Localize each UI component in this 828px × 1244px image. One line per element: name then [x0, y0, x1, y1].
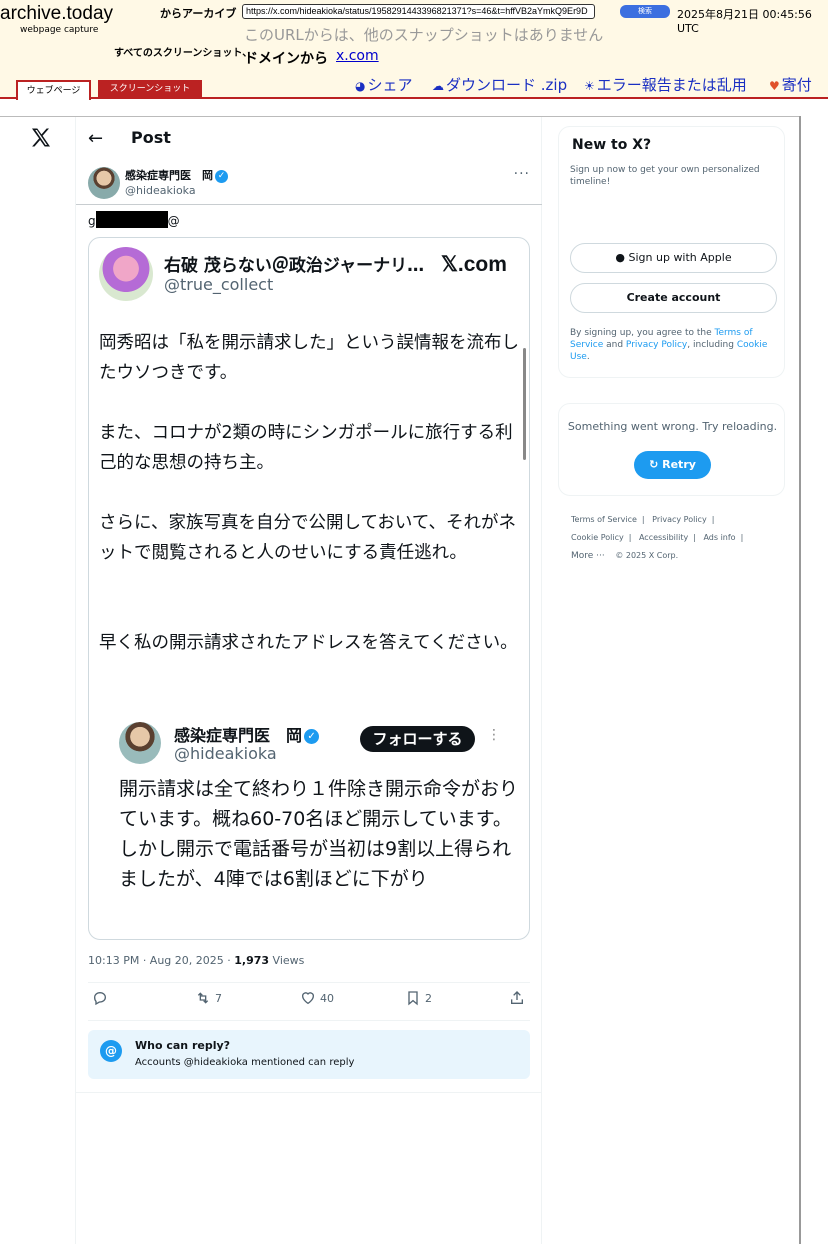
footer-tos-link[interactable]: Terms of Service	[571, 515, 637, 524]
embed-author-handle: @true_collect	[164, 275, 274, 294]
frame-scrollbar[interactable]	[799, 116, 801, 1244]
who-can-reply-box: @ Who can reply? Accounts @hideakioka me…	[88, 1030, 530, 1079]
author-row: 感染症専門医 岡 ✓ @hideakioka ···	[88, 166, 530, 202]
footer-cookie-link[interactable]: Cookie Policy	[571, 533, 624, 542]
avatar[interactable]	[88, 167, 120, 199]
embed-paragraph: また、コロナが2類の時にシンガポールに旅行する利己的な思想の持ち主。	[99, 423, 513, 473]
share-upload-icon	[511, 991, 523, 1004]
embed-xcom-logo: 𝕏.com	[441, 253, 507, 276]
divider	[76, 204, 542, 205]
footer-accessibility-link[interactable]: Accessibility	[639, 533, 688, 542]
embed-author-name: 右破 茂らない＠政治ジャーナリ…	[164, 256, 425, 276]
at-sign-icon: @	[100, 1040, 122, 1062]
inner-more-icon: ⋮	[487, 727, 501, 743]
signup-card: New to X? Sign up now to get your own pe…	[558, 126, 785, 378]
bug-icon: ☀	[584, 79, 595, 93]
cloud-download-icon: ☁	[432, 79, 444, 93]
tweet-timestamp[interactable]: 10:13 PM · Aug 20, 2025 · 1,973 Views	[88, 954, 304, 967]
archive-url-input[interactable]: https://x.com/hideakioka/status/19582914…	[242, 4, 595, 19]
reply-button[interactable]	[92, 990, 108, 1006]
archive-search-button[interactable]: 検索	[620, 5, 670, 18]
signup-subtitle: Sign up now to get your own personalized…	[570, 165, 760, 187]
privacy-link[interactable]: Privacy Policy	[626, 340, 687, 350]
embed-scrollbar	[523, 348, 526, 460]
tab-screenshot[interactable]: スクリーンショット	[98, 80, 202, 99]
divider	[88, 1020, 530, 1021]
tab-webpage[interactable]: ウェブページ	[16, 80, 91, 100]
sign-up-apple-button[interactable]: ● Sign up with Apple	[570, 243, 777, 273]
more-options-icon[interactable]: ···	[514, 166, 530, 182]
inner-avatar	[119, 722, 161, 764]
embed-paragraph: 早く私の開示請求されたアドレスを答えてください。	[99, 633, 518, 653]
inner-author-name: 感染症専門医 岡 ✓	[174, 722, 320, 746]
redaction-box	[95, 211, 168, 228]
no-snapshot-text: このURLからは、他のスナップショットはありません	[244, 26, 604, 44]
archive-header: archive.today webpage capture からアーカイブ ht…	[0, 0, 828, 100]
footer-copyright: © 2025 X Corp.	[615, 551, 679, 560]
share-button[interactable]	[509, 990, 525, 1006]
reply-icon	[93, 991, 107, 1006]
verified-badge-icon: ✓	[215, 169, 228, 183]
reply-subtitle: Accounts @hideakioka mentioned can reply	[135, 1057, 355, 1068]
heart-outline-icon	[302, 992, 314, 1005]
inner-follow-button: フォローする	[360, 726, 475, 752]
domain-link[interactable]: x.com	[336, 48, 379, 64]
divider	[76, 1092, 542, 1093]
retweet-icon	[197, 992, 209, 1004]
signup-terms: By signing up, you agree to the Terms of…	[570, 328, 768, 362]
footer-more-link[interactable]: More ···	[571, 551, 605, 561]
tweet-text: g @	[88, 211, 180, 228]
retry-button[interactable]: ↻ Retry	[634, 451, 711, 479]
download-link[interactable]: ☁ ダウンロード .zip	[432, 74, 567, 95]
inner-verified-icon: ✓	[304, 729, 320, 744]
all-screenshots-label: すべてのスクリーンショット、	[114, 48, 253, 59]
archive-logo[interactable]: archive.today	[0, 3, 113, 25]
footer-ads-link[interactable]: Ads info	[703, 533, 735, 542]
embed-paragraph: 岡秀昭は「私を開示請求した」という誤情報を流布したウソつきです。	[99, 333, 519, 383]
archive-from-label: からアーカイブ	[160, 7, 237, 20]
like-button[interactable]: 40	[300, 990, 334, 1006]
author-handle[interactable]: @hideakioka	[125, 184, 196, 197]
create-account-button[interactable]: Create account	[570, 283, 777, 313]
bookmark-button[interactable]: 2	[405, 990, 432, 1006]
share-icon: ◕	[355, 79, 366, 93]
tweet-actions: 7 40 2	[88, 990, 530, 1012]
divider	[88, 982, 530, 983]
apple-icon: ●	[615, 251, 625, 264]
bookmark-icon	[408, 991, 418, 1006]
domain-label: ドメインから	[244, 51, 328, 67]
share-link[interactable]: ◕ シェア	[355, 74, 413, 95]
page-title: Post	[131, 128, 171, 147]
footer-privacy-link[interactable]: Privacy Policy	[652, 515, 707, 524]
report-link[interactable]: ☀ エラー報告または乱用	[584, 74, 747, 95]
author-name[interactable]: 感染症専門医 岡 ✓	[125, 167, 228, 183]
donate-link[interactable]: ♥ 寄付	[769, 74, 812, 95]
embed-avatar	[99, 247, 153, 301]
tweet-image[interactable]: 右破 茂らない＠政治ジャーナリ… @true_collect 𝕏.com 岡秀昭…	[88, 237, 530, 940]
signup-title: New to X?	[572, 137, 652, 153]
inner-author-handle: @hideakioka	[174, 744, 277, 763]
reply-title: Who can reply?	[135, 1039, 231, 1052]
refresh-icon: ↻	[649, 458, 659, 471]
embed-paragraph: さらに、家族写真を自分で公開しておいて、それがネットで閲覧されると人のせいにする…	[99, 513, 517, 563]
error-message: Something went wrong. Try reloading.	[567, 420, 778, 433]
archive-subtitle: webpage capture	[20, 25, 99, 35]
back-arrow-icon[interactable]: ←	[88, 128, 103, 149]
error-card: Something went wrong. Try reloading. ↻ R…	[558, 403, 785, 496]
archive-date: 2025年8月21日 00:45:56 UTC	[677, 8, 812, 35]
x-logo-icon[interactable]	[29, 126, 53, 150]
heart-icon: ♥	[769, 79, 780, 93]
inner-tweet-text: 開示請求は全て終わり１件除き開示命令がおりています。概ね60-70名ほど開示して…	[119, 778, 519, 890]
sidebar-footer: Terms of Service | Privacy Policy | Cookie…	[571, 515, 744, 561]
retweet-button[interactable]: 7	[195, 990, 222, 1006]
